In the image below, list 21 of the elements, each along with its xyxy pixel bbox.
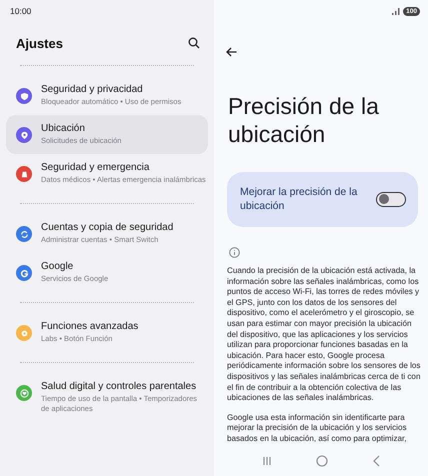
description-paragraph: Google usa esta información sin identificarte para mejorar la precisión de la ubicación y los servicios basados en la ubicación, así como para optimizar, bbox=[227, 412, 408, 444]
description-paragraph: Cuando la precisión de la ubicación está activada, la información sobre las señales inalámbricas, como los puntos de acceso Wi-Fi, las torres de redes móviles y el GPS, junto con los datos de los sensores del dispositivo, como el acelerómetro y el giroscopio, se usan para estimar con mayor precisión la ubicación del dispositivo, que las aplicaciones y los servicios utilizan para proporcionar funciones basadas en la ubicación. Para hacer esto, Google procesa periódicamente información sobre los sensores de los dispositivos y las señales inalámbricas cerca de ti con el fin de contribuir a la obtención colectiva de las ubicaciones de las señales inalámbricas. bbox=[227, 266, 422, 404]
settings-title: Ajustes bbox=[16, 36, 63, 50]
item-title: Ubicación bbox=[41, 123, 86, 134]
recent-apps-icon[interactable] bbox=[262, 456, 272, 466]
item-title: Cuentas y copia de seguridad bbox=[41, 222, 174, 233]
item-title: Seguridad y emergencia bbox=[41, 162, 150, 173]
item-title: Google bbox=[41, 261, 74, 272]
search-icon[interactable] bbox=[188, 37, 200, 49]
home-icon[interactable] bbox=[316, 455, 328, 467]
item-title: Salud digital y controles parentales bbox=[41, 381, 198, 392]
info-icon bbox=[229, 247, 240, 258]
toggle-label: Mejorar la precisión de la ubicación bbox=[240, 185, 358, 213]
back-nav-icon[interactable] bbox=[372, 455, 380, 467]
toggle-switch[interactable] bbox=[376, 192, 406, 206]
signal-icon bbox=[392, 8, 400, 14]
back-icon[interactable] bbox=[226, 47, 237, 57]
page-title: Precisión de la ubicación bbox=[228, 92, 380, 148]
status-time: 10:00 bbox=[10, 6, 32, 16]
item-title: Seguridad y privacidad bbox=[41, 84, 144, 95]
item-title: Funciones avanzadas bbox=[41, 321, 138, 332]
